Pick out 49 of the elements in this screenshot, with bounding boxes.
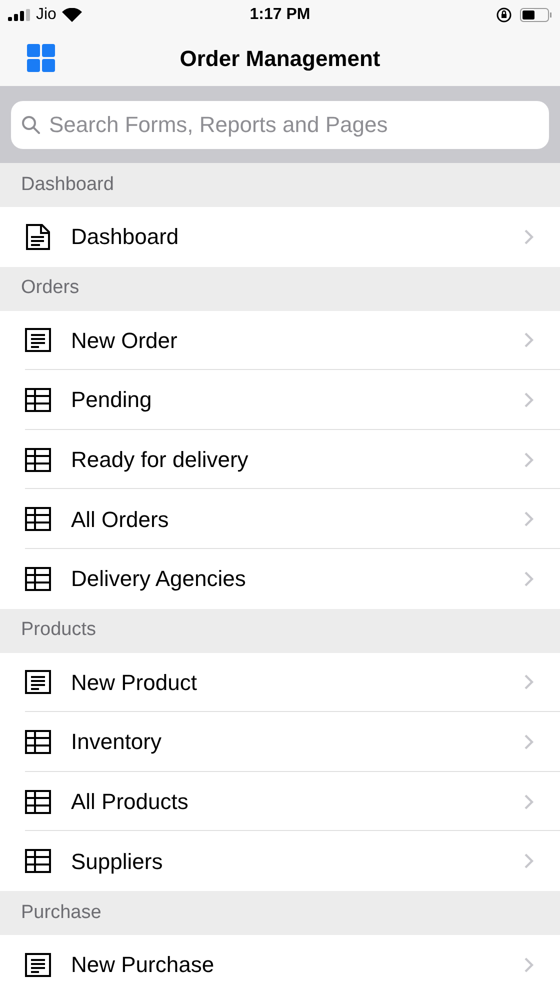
table-icon <box>25 730 51 754</box>
section-header: Products <box>21 618 96 642</box>
table-icon <box>25 566 51 591</box>
chevron-icon <box>524 392 534 408</box>
table-icon <box>25 388 51 412</box>
list-item[interactable]: New Order <box>0 310 560 370</box>
list-item[interactable]: New Product <box>0 652 560 712</box>
table-icon <box>25 790 51 814</box>
rotation-lock-icon <box>496 7 512 23</box>
carrier-name: Jio <box>36 5 56 25</box>
chevron-icon <box>524 956 534 973</box>
chevron-icon <box>524 570 534 587</box>
table-icon <box>25 849 51 874</box>
form-icon <box>25 670 51 694</box>
item-label: Dashboard <box>71 223 179 252</box>
search-icon <box>21 115 41 135</box>
section-header: Orders <box>21 276 80 300</box>
item-label: Inventory <box>71 728 162 756</box>
table-icon <box>25 507 51 532</box>
chevron-icon <box>524 794 534 810</box>
chevron-icon <box>524 674 534 690</box>
signal-icon <box>8 9 30 21</box>
form-icon <box>25 952 51 977</box>
nav-title: Order Management <box>180 44 380 73</box>
chevron-icon <box>524 853 534 870</box>
apps-grid-button[interactable] <box>27 44 55 72</box>
chevron-icon <box>524 452 534 468</box>
item-label: New Purchase <box>71 951 214 980</box>
item-label: New Order <box>71 326 178 355</box>
search-field[interactable]: Search Forms, Reports and Pages <box>11 101 549 149</box>
form-icon <box>25 328 51 352</box>
status-time: 1:17 PM <box>250 5 310 25</box>
document-icon <box>25 224 51 250</box>
section-header: Purchase <box>21 900 102 925</box>
wifi-icon <box>62 8 82 22</box>
chevron-icon <box>524 228 534 245</box>
item-label: Pending <box>71 386 152 414</box>
item-label: All Products <box>71 788 188 816</box>
item-label: Suppliers <box>71 848 163 876</box>
chevron-icon <box>524 734 534 750</box>
item-label: New Product <box>71 668 197 697</box>
item-label: All Orders <box>71 506 169 534</box>
battery-icon <box>520 8 552 22</box>
chevron-icon <box>524 332 534 348</box>
table-icon <box>25 448 51 472</box>
chevron-icon <box>524 511 534 528</box>
section-header: Dashboard <box>21 172 114 197</box>
item-label: Ready for delivery <box>71 446 248 474</box>
item-label: Delivery Agencies <box>71 565 246 594</box>
